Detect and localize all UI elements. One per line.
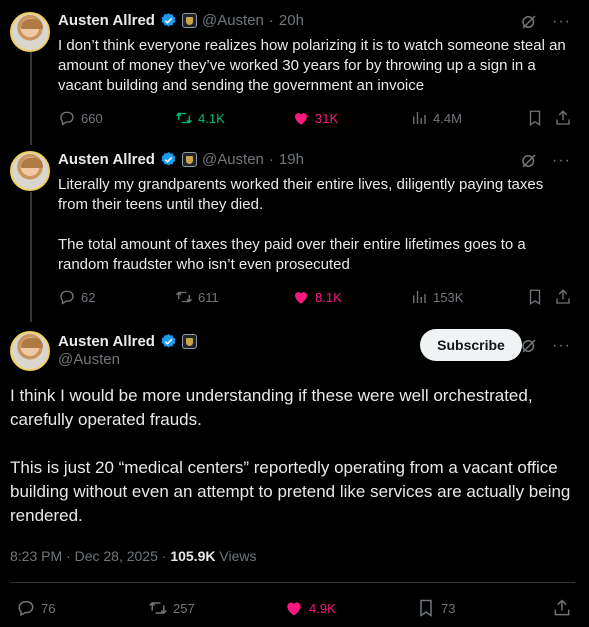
divider (10, 582, 575, 583)
views-count: 4.4M (433, 110, 462, 126)
tweet-top-icons: ··· (520, 152, 571, 170)
tweet-text: Literally my grandparents worked their e… (58, 176, 544, 273)
like-button[interactable]: 4.9K (284, 597, 336, 619)
more-icon[interactable]: ··· (552, 338, 571, 354)
tweet-actions: 660 4.1K 31K 4.4M (58, 107, 573, 129)
reply-button[interactable]: 62 (58, 286, 95, 308)
share-button[interactable] (552, 597, 572, 619)
repost-button[interactable]: 611 (175, 286, 219, 308)
repost-button[interactable]: 4.1K (175, 107, 225, 129)
focus-top-icons: ··· (520, 337, 571, 355)
reply-icon (18, 601, 34, 617)
tweet-header: Austen Allred @Austen · 20h (58, 12, 304, 29)
bookmark-button[interactable]: 73 (416, 597, 455, 619)
author-name[interactable]: Austen Allred (58, 12, 155, 29)
affiliate-badge-icon (181, 334, 197, 349)
views-button[interactable]: 153K (410, 286, 463, 308)
share-icon (554, 599, 570, 616)
separator: · (161, 548, 167, 564)
like-icon (295, 292, 307, 304)
avatar[interactable] (10, 12, 50, 52)
reply-icon (60, 290, 74, 305)
thread-line (30, 192, 32, 322)
author-handle[interactable]: @Austen (58, 351, 120, 368)
verified-badge-icon (161, 152, 176, 166)
reply-count: 76 (41, 600, 56, 616)
separator: · (268, 151, 274, 168)
timestamp[interactable]: 20h (279, 12, 304, 29)
affiliate-badge-icon (181, 152, 197, 167)
timestamp[interactable]: 19h (279, 151, 304, 168)
grok-icon[interactable] (520, 152, 538, 170)
grok-icon[interactable] (520, 337, 538, 355)
verified-badge-icon (161, 334, 176, 348)
like-count: 31K (315, 110, 339, 126)
reply-button[interactable]: 660 (58, 107, 103, 129)
author-name[interactable]: Austen Allred (58, 151, 155, 168)
tweet-text: I don’t think everyone realizes how pola… (58, 37, 566, 94)
repost-icon (176, 112, 192, 124)
separator: · (268, 12, 274, 29)
share-icon (556, 289, 570, 304)
timestamp[interactable]: 8:23 PM · Dec 28, 2025 (10, 548, 158, 564)
like-count: 4.9K (309, 600, 336, 616)
tweet-meta: 8:23 PM · Dec 28, 2025 · 105.9K Views (10, 548, 256, 564)
like-count: 8.1K (315, 289, 342, 305)
share-icon (556, 110, 570, 125)
avatar[interactable] (10, 331, 50, 371)
bookmark-button[interactable] (526, 286, 544, 308)
views-count: 153K (433, 289, 464, 305)
repost-count: 611 (198, 289, 219, 305)
like-icon (295, 113, 307, 125)
repost-count: 4.1K (198, 110, 225, 126)
tweet-top-icons: ··· (520, 13, 571, 31)
author-handle[interactable]: @Austen (202, 151, 264, 168)
focus-header: Austen Allred (58, 333, 197, 350)
bookmark-button[interactable] (526, 107, 544, 129)
tweet-header: Austen Allred @Austen · 19h (58, 151, 304, 168)
views-count: 105.9K (170, 548, 216, 564)
author-name[interactable]: Austen Allred (58, 333, 155, 350)
views-label: Views (219, 548, 257, 564)
grok-icon[interactable] (520, 13, 538, 31)
repost-icon (149, 601, 167, 615)
views-button[interactable]: 4.4M (410, 107, 462, 129)
bookmark-icon (420, 599, 432, 617)
views-icon (413, 112, 426, 124)
share-button[interactable] (554, 107, 572, 129)
like-button[interactable]: 31K (292, 107, 338, 129)
reply-count: 660 (81, 110, 103, 126)
bookmark-icon (529, 289, 541, 306)
more-icon[interactable]: ··· (552, 153, 571, 169)
share-button[interactable] (554, 286, 572, 308)
reply-icon (60, 111, 74, 126)
views-icon (413, 291, 426, 303)
reply-button[interactable]: 76 (16, 597, 55, 619)
tweet-text: I think I would be more understanding if… (10, 386, 571, 525)
like-icon (287, 602, 301, 616)
tweet-actions: 76 257 4.9K 73 (10, 597, 575, 619)
like-button[interactable]: 8.1K (292, 286, 342, 308)
bookmark-icon (529, 110, 541, 127)
repost-count: 257 (173, 600, 195, 616)
verified-badge-icon (161, 13, 176, 27)
thread-line (30, 52, 32, 145)
repost-button[interactable]: 257 (148, 597, 195, 619)
repost-icon (176, 291, 192, 303)
reply-count: 62 (81, 289, 96, 305)
avatar[interactable] (10, 151, 50, 191)
affiliate-badge-icon (181, 13, 197, 28)
tweet-actions: 62 611 8.1K 153K (58, 286, 573, 308)
more-icon[interactable]: ··· (552, 14, 571, 30)
bookmark-count: 73 (441, 600, 456, 616)
subscribe-button[interactable]: Subscribe (420, 329, 522, 361)
author-handle[interactable]: @Austen (202, 12, 264, 29)
